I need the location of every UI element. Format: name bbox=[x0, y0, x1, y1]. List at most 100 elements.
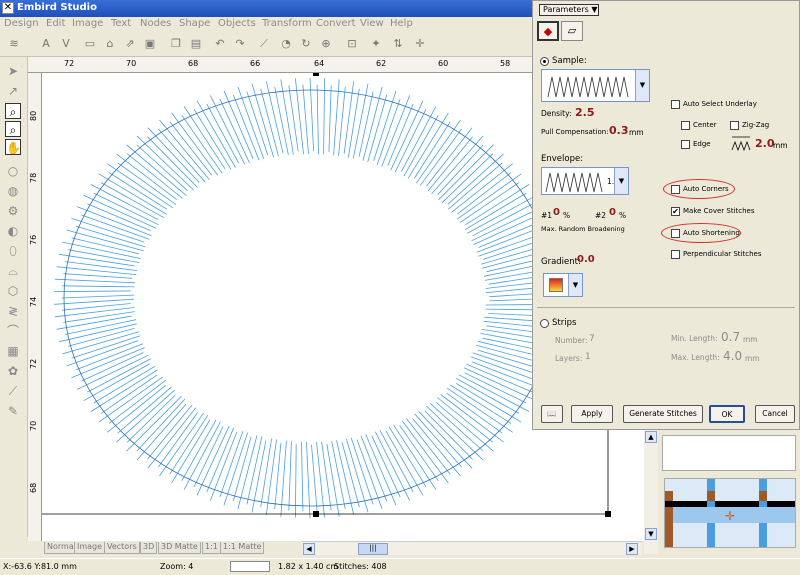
menu-design[interactable]: Design bbox=[4, 18, 39, 29]
shape-ball-icon[interactable]: ◐ bbox=[5, 223, 21, 239]
undo-icon[interactable]: ↶ bbox=[212, 37, 228, 51]
arrow-select-icon[interactable]: ➤ bbox=[5, 63, 21, 79]
zigzag-icon[interactable]: ≷ bbox=[5, 303, 21, 319]
menu-image[interactable]: Image bbox=[72, 18, 103, 29]
node-select-icon[interactable]: ↗ bbox=[5, 83, 21, 99]
menu-convert[interactable]: Convert bbox=[316, 18, 356, 29]
menu-objects[interactable]: Objects bbox=[218, 18, 256, 29]
chevron-down-icon[interactable]: ▼ bbox=[614, 168, 628, 194]
broadening-1-percent: % bbox=[563, 211, 571, 220]
density-value[interactable]: 2.5 bbox=[575, 106, 595, 119]
underlay-value[interactable]: 2.0 bbox=[755, 137, 775, 150]
scroll-up-icon[interactable]: ▲ bbox=[645, 431, 657, 443]
ok-button[interactable]: OK bbox=[709, 405, 745, 423]
app-close-icon[interactable]: ✕ bbox=[2, 2, 14, 14]
selection-handle[interactable] bbox=[605, 511, 611, 517]
zoom-1-icon[interactable]: ⌕ bbox=[5, 121, 21, 137]
gradient-select[interactable]: ▼ bbox=[543, 273, 583, 297]
edge-checkbox[interactable] bbox=[681, 140, 690, 149]
cancel-button[interactable]: Cancel bbox=[755, 405, 795, 423]
make-cover-stitches-checkbox[interactable]: ✔ bbox=[671, 207, 680, 216]
apply-button[interactable]: Apply bbox=[571, 405, 613, 423]
strips-label: Strips bbox=[552, 318, 577, 328]
gradient-value[interactable]: 0.0 bbox=[577, 254, 595, 265]
zoom-fit-icon[interactable]: ⊕ bbox=[318, 37, 334, 51]
generate-stitches-button[interactable]: Generate Stitches bbox=[623, 405, 703, 423]
align-icon[interactable]: ⇅ bbox=[390, 37, 406, 51]
chevron-down-icon[interactable]: ▼ bbox=[635, 70, 649, 101]
pencil-icon[interactable]: ✎ bbox=[5, 403, 21, 419]
shape-gear-icon[interactable]: ⚙ bbox=[5, 203, 21, 219]
menu-transform[interactable]: Transform bbox=[262, 18, 312, 29]
broadening-2-value[interactable]: 0 bbox=[609, 207, 616, 218]
selection-handle[interactable] bbox=[313, 511, 319, 517]
ruler-tick: 72 bbox=[29, 358, 38, 369]
menu-view[interactable]: View bbox=[360, 18, 384, 29]
tab-3d-matte[interactable]: 3D Matte bbox=[158, 542, 201, 554]
shape-hex-icon[interactable]: ⬡ bbox=[5, 283, 21, 299]
perpendicular-stitches-checkbox[interactable] bbox=[671, 250, 680, 259]
text-icon[interactable]: A bbox=[38, 37, 54, 51]
tab-1-1[interactable]: 1:1 bbox=[202, 542, 221, 554]
shape-leaf-icon[interactable]: ⌓ bbox=[5, 263, 21, 279]
copy-icon[interactable]: ❐ bbox=[168, 37, 184, 51]
auto-select-underlay-checkbox[interactable] bbox=[671, 100, 680, 109]
vertical-scrollbar[interactable]: ▲ ▼ bbox=[644, 430, 658, 554]
menu-text[interactable]: Text bbox=[111, 18, 131, 29]
menu-shape[interactable]: Shape bbox=[179, 18, 210, 29]
shape-oval-icon[interactable]: ⬯ bbox=[5, 243, 21, 259]
ruler-tick: 64 bbox=[314, 59, 325, 68]
help-book-button[interactable]: 📖 bbox=[541, 405, 563, 423]
tab-3d[interactable]: 3D bbox=[140, 542, 158, 554]
wave-icon[interactable]: ≋ bbox=[6, 37, 22, 51]
tab-vectors[interactable]: Vectors bbox=[104, 542, 140, 554]
tab-stitch-params-icon[interactable]: ◆ bbox=[537, 21, 559, 41]
tab-1-1-matte[interactable]: 1:1 Matte bbox=[220, 542, 265, 554]
sample-radio[interactable] bbox=[540, 57, 549, 66]
redo-icon[interactable]: ↷ bbox=[232, 37, 248, 51]
zoom-icon[interactable]: ⌕ bbox=[5, 103, 21, 119]
chevron-down-icon[interactable]: ▼ bbox=[568, 274, 582, 296]
node-edit-icon[interactable]: ⟋ bbox=[256, 37, 272, 51]
monogram-icon[interactable]: Ⅴ bbox=[58, 37, 74, 51]
strips-radio[interactable] bbox=[540, 319, 549, 328]
paste-icon[interactable]: ▤ bbox=[188, 37, 204, 51]
save-icon[interactable]: ▣ bbox=[142, 37, 158, 51]
menu-nodes[interactable]: Nodes bbox=[140, 18, 171, 29]
selection-handle[interactable] bbox=[313, 73, 319, 76]
scroll-down-icon[interactable]: ▼ bbox=[645, 528, 657, 540]
sample-select[interactable]: ▼ bbox=[541, 69, 650, 102]
rotate-icon[interactable]: ↻ bbox=[298, 37, 314, 51]
speed-icon[interactable]: ◔ bbox=[278, 37, 294, 51]
hand-pan-icon[interactable]: ✋ bbox=[5, 139, 21, 155]
horizontal-scrollbar[interactable]: ◀ ||| ▶ bbox=[302, 541, 642, 555]
pull-comp-value[interactable]: 0.3 bbox=[609, 124, 629, 137]
parameters-dropdown[interactable]: Parameters ▼ bbox=[539, 4, 599, 16]
menu-edit[interactable]: Edit bbox=[46, 18, 65, 29]
book-icon: 📖 bbox=[547, 409, 557, 418]
grid-icon[interactable]: ▦ bbox=[5, 343, 21, 359]
envelope-select[interactable]: 1. ▼ bbox=[541, 167, 629, 195]
scroll-left-icon[interactable]: ◀ bbox=[303, 543, 315, 555]
wand-icon[interactable]: ✦ bbox=[368, 37, 384, 51]
sample-pattern-icon bbox=[547, 76, 629, 98]
flower-icon[interactable]: ✿ bbox=[5, 363, 21, 379]
crosshair-icon[interactable]: ✛ bbox=[412, 37, 428, 51]
shape-circle-icon[interactable]: ○ bbox=[5, 163, 21, 179]
center-checkbox[interactable] bbox=[681, 121, 690, 130]
menu-help[interactable]: Help bbox=[390, 18, 413, 29]
zigzag-checkbox[interactable] bbox=[730, 121, 739, 130]
export-icon[interactable]: ⇗ bbox=[122, 37, 138, 51]
new-file-icon[interactable]: ▭ bbox=[82, 37, 98, 51]
scroll-thumb[interactable]: ||| bbox=[358, 543, 388, 555]
scroll-right-icon[interactable]: ▶ bbox=[626, 543, 638, 555]
tab-image[interactable]: Image bbox=[74, 542, 106, 554]
broadening-1-value[interactable]: 0 bbox=[553, 207, 560, 218]
curve-icon[interactable]: ⌒ bbox=[5, 323, 21, 339]
shape-fill-icon[interactable]: ◍ bbox=[5, 183, 21, 199]
frame-icon[interactable]: ⊡ bbox=[344, 37, 360, 51]
zoom-preview[interactable]: ✛ bbox=[664, 478, 796, 548]
tab-shape-params-icon[interactable]: ▱ bbox=[561, 21, 583, 41]
knife-icon[interactable]: ⟋ bbox=[5, 383, 21, 399]
open-folder-icon[interactable]: ⌂ bbox=[102, 37, 118, 51]
